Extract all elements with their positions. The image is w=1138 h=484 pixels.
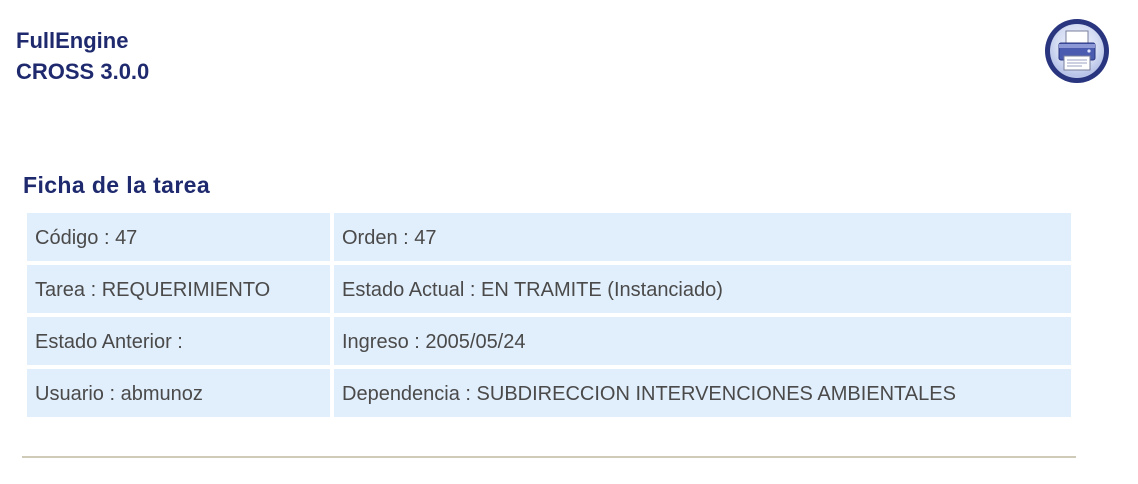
table-cell: Tarea : REQUERIMIENTO [27,265,330,313]
field-label: Estado Anterior [35,331,172,353]
table-cell: Código : 47 [27,213,330,261]
section-title: Ficha de la tarea [23,172,211,198]
field-label: Tarea [35,279,86,301]
table-row: Estado Anterior : Ingreso : 2005/05/24 [27,317,1071,365]
field-label: Orden [342,227,398,249]
field-value [188,328,322,356]
field-value: 47 [414,227,437,249]
field-label: Ingreso [342,331,409,353]
field-value: EN TRAMITE (Instanciado) [480,279,723,301]
app-name: FullEngine [16,28,129,53]
printer-icon [1045,19,1109,83]
table-cell: Orden : 47 [334,213,1071,261]
table-row: Usuario : abmunoz Dependencia : SUBDIREC… [27,369,1071,417]
field-value: 47 [115,227,138,249]
field-label: Estado Actual [342,279,465,301]
table-cell: Usuario : abmunoz [27,369,330,417]
task-detail-page: FullEngine CROSS 3.0.0 Ficha de la tarea [0,0,1138,484]
print-button[interactable] [1042,16,1112,86]
field-label: Usuario [35,383,104,405]
table-cell: Estado Actual : EN TRAMITE (Instanciado) [334,265,1071,313]
field-value: SUBDIRECCION INTERVENCIONES AMBIENTALES [476,383,956,405]
table-cell: Dependencia : SUBDIRECCION INTERVENCIONE… [334,369,1071,417]
table-row: Tarea : REQUERIMIENTO Estado Actual : EN… [27,265,1071,313]
field-value: 2005/05/24 [425,331,526,353]
field-label: Dependencia [342,383,460,405]
field-value: abmunoz [120,383,203,405]
field-value: REQUERIMIENTO [101,279,271,301]
table-cell: Estado Anterior : [27,317,330,365]
task-detail-table: Código : 47 Orden : 47 Tarea : REQUERIMI… [23,209,1075,421]
app-version: CROSS 3.0.0 [16,59,150,84]
table-row: Código : 47 Orden : 47 [27,213,1071,261]
table-cell: Ingreso : 2005/05/24 [334,317,1071,365]
field-label: Código [35,227,99,249]
divider [22,456,1076,458]
